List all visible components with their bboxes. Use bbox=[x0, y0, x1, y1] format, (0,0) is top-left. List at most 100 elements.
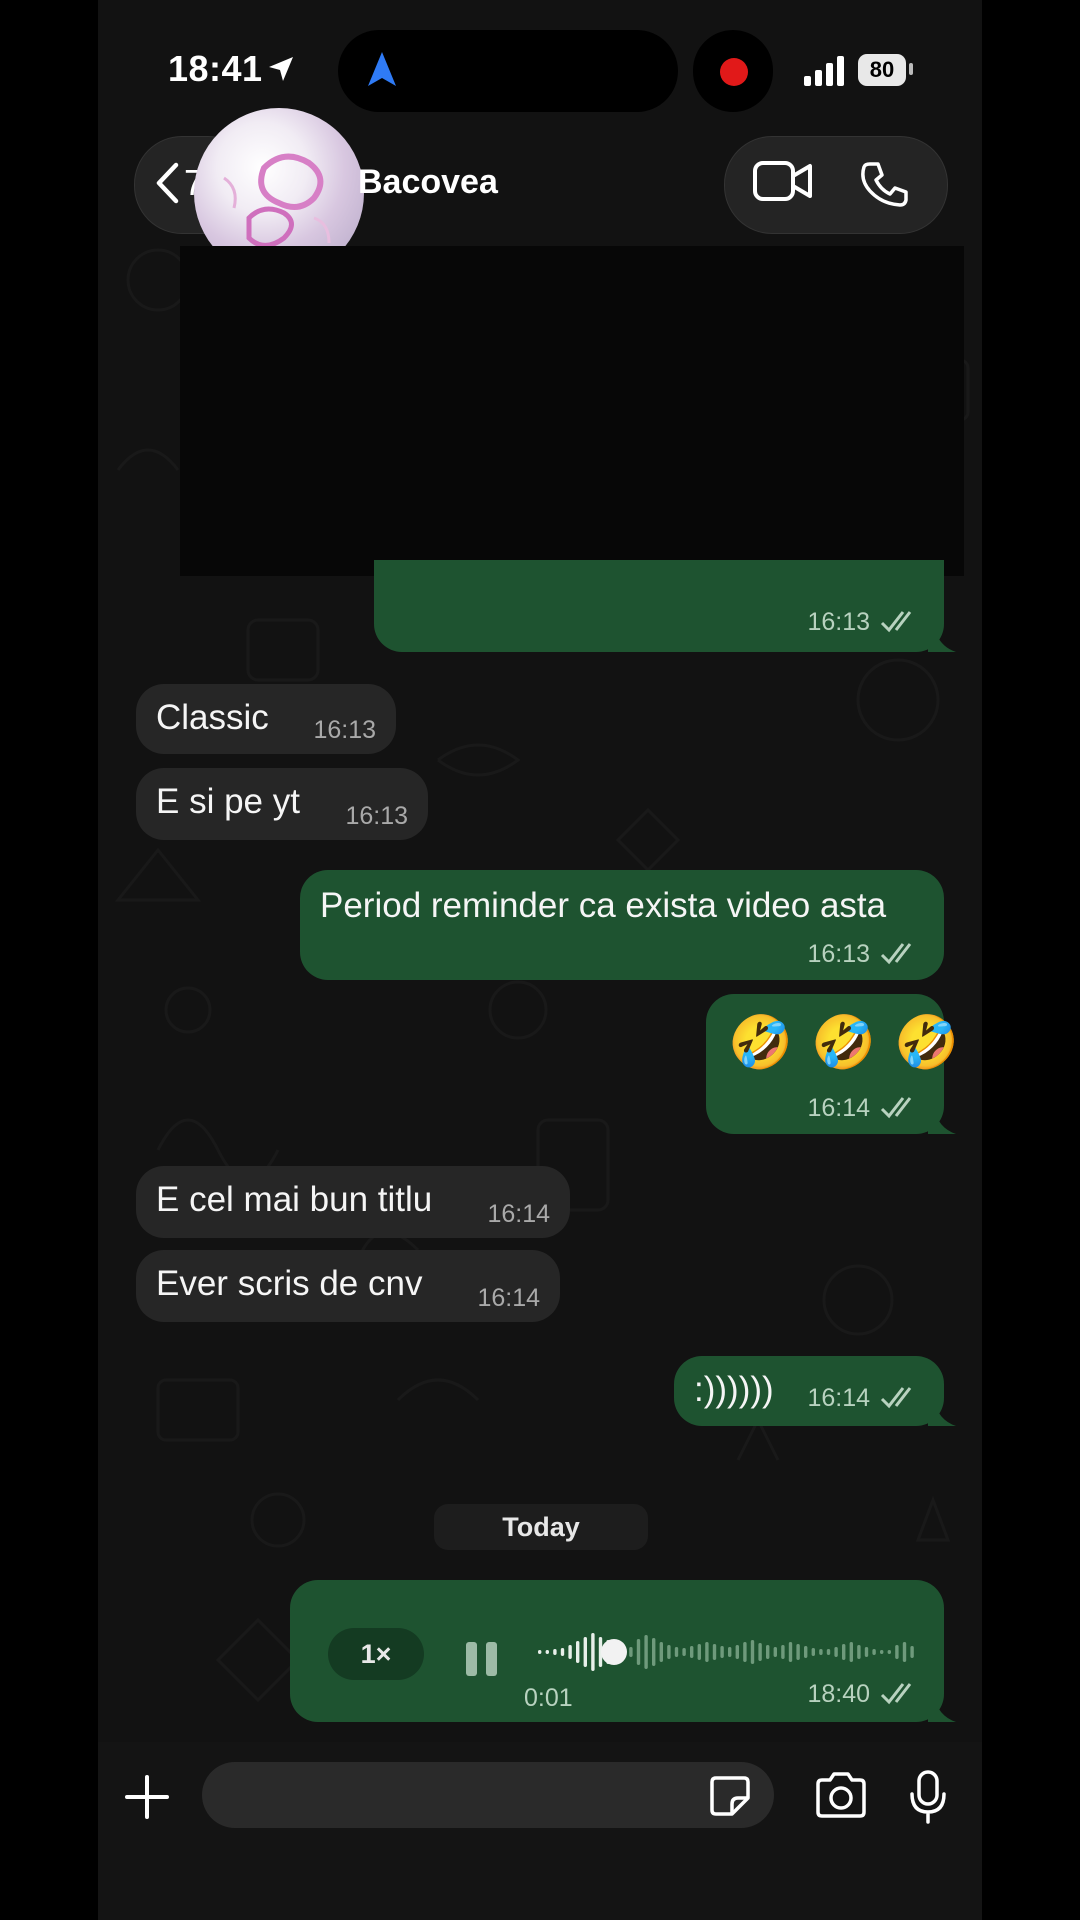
double-check-icon bbox=[880, 1683, 912, 1705]
recording-dot bbox=[720, 58, 748, 86]
message-outgoing[interactable]: 16:13 bbox=[374, 560, 944, 652]
message-time: 16:14 bbox=[477, 1284, 540, 1312]
message-time: 16:13 bbox=[313, 716, 376, 744]
waveform-bar bbox=[682, 1648, 686, 1656]
waveform-bar bbox=[857, 1645, 861, 1659]
waveform-bar bbox=[773, 1647, 777, 1657]
waveform-bar bbox=[781, 1645, 785, 1659]
waveform-bar bbox=[629, 1647, 633, 1657]
message-text: Classic bbox=[156, 698, 269, 737]
sticker-icon[interactable] bbox=[708, 1774, 752, 1818]
plus-icon[interactable] bbox=[122, 1772, 172, 1822]
waveform-bar bbox=[819, 1649, 823, 1655]
playback-scrubber[interactable] bbox=[601, 1639, 627, 1665]
message-outgoing[interactable]: Period reminder ca exista video asta 16:… bbox=[300, 870, 944, 980]
message-time: 16:13 bbox=[345, 802, 408, 830]
message-text: E si pe yt bbox=[156, 782, 300, 821]
message-emojis: 🤣 🤣 🤣 bbox=[728, 1014, 962, 1072]
message-text: E cel mai bun titlu bbox=[156, 1180, 433, 1219]
waveform-bar bbox=[652, 1638, 656, 1666]
playback-speed-button[interactable]: 1× bbox=[328, 1628, 424, 1680]
status-time: 18:41 bbox=[168, 48, 263, 89]
waveform-bar bbox=[576, 1641, 580, 1663]
message-incoming[interactable]: E si pe yt 16:13 bbox=[136, 768, 428, 840]
status-bar: 18:41 80 bbox=[98, 0, 982, 140]
microphone-icon[interactable] bbox=[908, 1770, 948, 1824]
contact-name[interactable]: Bacovea bbox=[358, 163, 498, 202]
waveform-bar bbox=[728, 1647, 732, 1657]
waveform-bar bbox=[545, 1650, 549, 1654]
message-incoming[interactable]: E cel mai bun titlu 16:14 bbox=[136, 1166, 570, 1238]
waveform-bar bbox=[887, 1650, 891, 1654]
waveform-bar bbox=[697, 1644, 701, 1660]
waveform-bar bbox=[902, 1642, 907, 1662]
waveform-bar bbox=[735, 1645, 739, 1659]
waveform-bar bbox=[766, 1645, 770, 1659]
double-check-icon bbox=[880, 1097, 912, 1119]
message-input[interactable] bbox=[202, 1762, 774, 1828]
waveform-bar bbox=[560, 1648, 565, 1656]
waveform-bar bbox=[804, 1646, 808, 1658]
waveform-bar bbox=[864, 1647, 869, 1657]
message-time: 16:14 bbox=[807, 1094, 870, 1122]
bubble-tail bbox=[928, 1696, 956, 1722]
waveform-bar bbox=[750, 1640, 755, 1664]
waveform-bar bbox=[636, 1639, 641, 1665]
location-arrow-icon bbox=[269, 57, 293, 81]
date-divider: Today bbox=[434, 1504, 648, 1550]
video-call-icon[interactable] bbox=[752, 158, 814, 204]
redacted-area bbox=[180, 246, 964, 576]
waveform-bar bbox=[849, 1642, 853, 1662]
waveform-bar bbox=[826, 1649, 831, 1655]
waveform-bar bbox=[705, 1642, 709, 1662]
waveform-bar bbox=[674, 1647, 679, 1657]
chevron-left-icon[interactable] bbox=[154, 162, 180, 204]
waveform-bar bbox=[872, 1649, 876, 1655]
message-incoming[interactable]: Ever scris de cnv 16:14 bbox=[136, 1250, 560, 1322]
message-composer bbox=[98, 1742, 982, 1920]
message-text: Period reminder ca exista video asta bbox=[320, 886, 887, 925]
message-time: 18:40 bbox=[807, 1680, 870, 1708]
message-time: 16:13 bbox=[807, 608, 870, 636]
double-check-icon bbox=[880, 943, 912, 965]
waveform-bar bbox=[659, 1642, 663, 1662]
pause-icon[interactable] bbox=[464, 1640, 500, 1678]
double-check-icon bbox=[880, 1387, 912, 1409]
cellular-signal-icon bbox=[804, 56, 844, 86]
message-outgoing[interactable]: :)))))) 16:14 bbox=[674, 1356, 944, 1426]
camera-icon[interactable] bbox=[814, 1772, 868, 1818]
waveform-bar bbox=[538, 1650, 542, 1654]
bubble-tail bbox=[928, 1400, 956, 1426]
waveform-bar bbox=[583, 1637, 587, 1667]
waveform-bar bbox=[842, 1644, 846, 1660]
voice-elapsed-time: 0:01 bbox=[524, 1684, 573, 1712]
waveform-bar bbox=[910, 1646, 914, 1658]
waveform-bar bbox=[553, 1649, 557, 1655]
chat-screen: 18:41 80 7 Bacovea bbox=[98, 0, 982, 1920]
waveform-bar bbox=[811, 1648, 815, 1656]
bubble-tail bbox=[928, 1108, 956, 1134]
navigation-arrow-icon bbox=[368, 52, 396, 86]
voice-waveform[interactable] bbox=[538, 1624, 918, 1680]
message-text: Ever scris de cnv bbox=[156, 1264, 423, 1303]
message-outgoing[interactable]: 🤣 🤣 🤣 16:14 bbox=[706, 994, 959, 1134]
phone-call-icon[interactable] bbox=[860, 160, 908, 208]
waveform-bar bbox=[690, 1646, 694, 1658]
waveform-bar bbox=[796, 1644, 800, 1660]
waveform-bar bbox=[591, 1633, 595, 1671]
waveform-bar bbox=[880, 1650, 884, 1654]
message-time: 16:14 bbox=[807, 1384, 870, 1412]
bubble-tail bbox=[928, 626, 956, 652]
waveform-bar bbox=[743, 1642, 747, 1662]
message-text: :)))))) bbox=[694, 1370, 774, 1409]
battery-tip bbox=[909, 63, 913, 75]
waveform-bar bbox=[758, 1643, 762, 1661]
waveform-bar bbox=[568, 1645, 572, 1659]
battery-level: 80 bbox=[858, 54, 906, 86]
message-incoming[interactable]: Classic 16:13 bbox=[136, 684, 396, 754]
waveform-bar bbox=[720, 1646, 724, 1658]
message-time: 16:13 bbox=[807, 940, 870, 968]
waveform-bar bbox=[712, 1644, 717, 1660]
waveform-bar bbox=[834, 1647, 838, 1657]
voice-message[interactable]: 1× 0:01 18:40 bbox=[290, 1580, 944, 1722]
